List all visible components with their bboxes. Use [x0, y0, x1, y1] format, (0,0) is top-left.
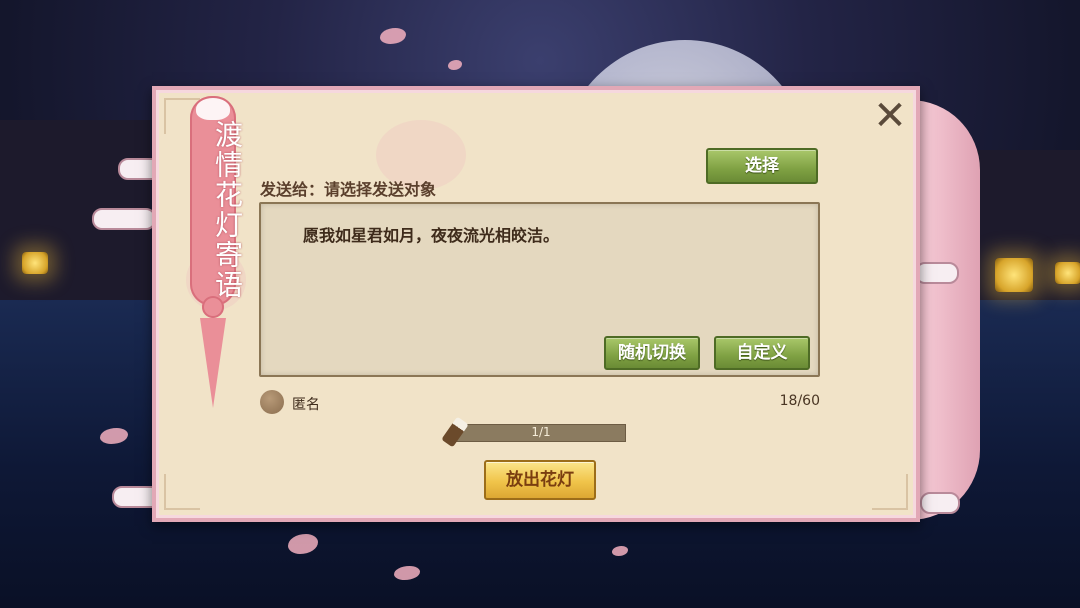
- recipient-label: 发送给：请选择发送对象: [260, 180, 437, 199]
- lantern-decoration: [1055, 262, 1080, 284]
- lantern-decoration: [22, 252, 48, 274]
- tassel-decoration: [200, 318, 226, 408]
- scroll-rod: [92, 208, 156, 230]
- tassel-knot: [202, 296, 224, 318]
- progress-text: 1/1: [531, 425, 551, 439]
- anonymous-label: 匿名: [292, 397, 320, 413]
- lantern-decoration: [995, 258, 1033, 292]
- panel-title: 渡情花灯寄语: [211, 120, 244, 300]
- select-recipient-button[interactable]: 选择: [706, 148, 818, 184]
- anonymous-toggle[interactable]: [260, 390, 284, 414]
- customize-button[interactable]: 自定义: [714, 336, 810, 370]
- panel-corner: [872, 474, 908, 510]
- title-banner: 渡情花灯寄语: [190, 96, 244, 306]
- char-count: 18/60: [779, 393, 820, 409]
- close-icon: ✕: [873, 93, 907, 139]
- petal-decoration: [380, 28, 406, 44]
- panel-corner: [164, 474, 200, 510]
- scroll-rod: [920, 492, 960, 514]
- random-switch-button[interactable]: 随机切换: [604, 336, 700, 370]
- petal-decoration: [448, 60, 462, 70]
- lotus-icon: [196, 98, 230, 120]
- message-text: 愿我如星君如月，夜夜流光相皎洁。: [303, 226, 560, 245]
- close-button[interactable]: ✕: [872, 96, 908, 136]
- scroll-rod: [915, 262, 959, 284]
- release-lantern-button[interactable]: 放出花灯: [484, 460, 596, 500]
